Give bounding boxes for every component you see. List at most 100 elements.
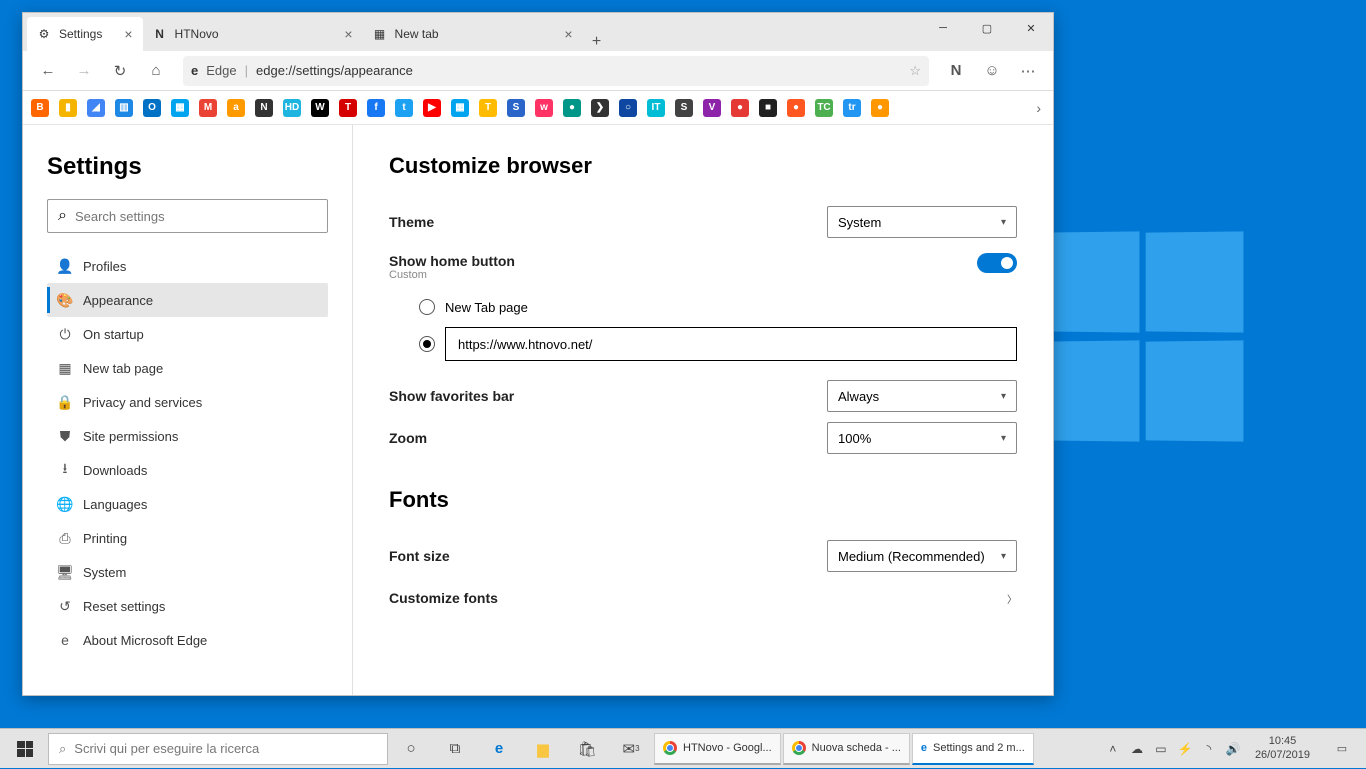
bookmark-item[interactable]: HD bbox=[283, 99, 301, 117]
bookmarks-overflow[interactable]: › bbox=[1032, 100, 1045, 116]
start-button[interactable] bbox=[4, 729, 46, 769]
theme-select[interactable]: System ▾ bbox=[827, 206, 1017, 238]
action-center-icon[interactable]: ▭ bbox=[1324, 729, 1360, 769]
bookmark-item[interactable]: T bbox=[479, 99, 497, 117]
tab-htnovo[interactable]: N HTNovo × bbox=[143, 17, 363, 51]
cortana-icon[interactable]: ○ bbox=[390, 729, 432, 769]
bookmark-item[interactable]: V bbox=[703, 99, 721, 117]
back-button[interactable]: ← bbox=[31, 54, 65, 88]
favorites-select[interactable]: Always ▾ bbox=[827, 380, 1017, 412]
home-url-input[interactable] bbox=[445, 327, 1017, 361]
maximize-button[interactable]: ▢ bbox=[965, 13, 1009, 43]
window-controls: ─ ▢ ✕ bbox=[921, 13, 1053, 51]
bookmark-item[interactable]: ○ bbox=[619, 99, 637, 117]
radio-unchecked-icon[interactable] bbox=[419, 299, 435, 315]
store-icon[interactable]: 🛍 bbox=[566, 729, 608, 769]
bookmark-item[interactable]: f bbox=[367, 99, 385, 117]
bookmark-item[interactable]: ▶ bbox=[423, 99, 441, 117]
bookmark-item[interactable]: ■ bbox=[759, 99, 777, 117]
battery-icon[interactable]: ▭ bbox=[1153, 741, 1169, 757]
radio-newtab-row[interactable]: New Tab page bbox=[389, 293, 1017, 321]
sidebar-item-system[interactable]: 🖥System bbox=[47, 555, 328, 589]
mail-icon[interactable]: ✉3 bbox=[610, 729, 652, 769]
chevron-down-icon: ▾ bbox=[1001, 391, 1006, 402]
sidebar-item-appearance[interactable]: 🎨Appearance bbox=[47, 283, 328, 317]
bookmark-item[interactable]: tr bbox=[843, 99, 861, 117]
sidebar-item-downloads[interactable]: ⭳Downloads bbox=[47, 453, 328, 487]
bookmark-item[interactable]: ● bbox=[871, 99, 889, 117]
edge-icon: e bbox=[57, 632, 73, 648]
favorite-icon[interactable]: ☆ bbox=[909, 63, 921, 79]
taskbar-app[interactable]: Nuova scheda - ... bbox=[783, 733, 910, 765]
tab-newtab[interactable]: ▦ New tab × bbox=[363, 17, 583, 51]
sidebar-item-privacy-and-services[interactable]: 🔒Privacy and services bbox=[47, 385, 328, 419]
wifi-icon[interactable]: ◝ bbox=[1201, 741, 1217, 757]
bookmark-item[interactable]: ❯ bbox=[591, 99, 609, 117]
bookmark-item[interactable]: ▦ bbox=[171, 99, 189, 117]
bookmark-item[interactable]: ▥ bbox=[115, 99, 133, 117]
sidebar-item-new-tab-page[interactable]: ▦New tab page bbox=[47, 351, 328, 385]
address-bar[interactable]: e Edge | edge://settings/appearance ☆ bbox=[183, 56, 929, 86]
face-icon[interactable]: ☺ bbox=[975, 54, 1009, 88]
bookmark-item[interactable]: ▮ bbox=[59, 99, 77, 117]
bookmark-item[interactable]: W bbox=[311, 99, 329, 117]
volume-icon[interactable]: 🔊 bbox=[1225, 741, 1241, 757]
sidebar-item-printing[interactable]: ⎙Printing bbox=[47, 521, 328, 555]
chevron-up-icon[interactable]: ˄ bbox=[1105, 741, 1121, 757]
taskview-icon[interactable]: ⧉ bbox=[434, 729, 476, 769]
search-settings[interactable]: ⌕ bbox=[47, 199, 328, 233]
bookmark-item[interactable]: ▦ bbox=[451, 99, 469, 117]
close-icon[interactable]: × bbox=[564, 26, 572, 42]
bookmark-item[interactable]: ● bbox=[787, 99, 805, 117]
tab-settings[interactable]: ⚙ Settings × bbox=[27, 17, 143, 51]
sidebar-item-languages[interactable]: 🌐Languages bbox=[47, 487, 328, 521]
explorer-icon[interactable]: ▆ bbox=[522, 729, 564, 769]
home-toggle[interactable] bbox=[977, 253, 1017, 273]
taskbar-clock[interactable]: 10:45 26/07/2019 bbox=[1249, 735, 1316, 761]
bookmark-item[interactable]: T bbox=[339, 99, 357, 117]
search-input[interactable] bbox=[75, 209, 317, 224]
bookmark-item[interactable]: IT bbox=[647, 99, 665, 117]
close-icon[interactable]: × bbox=[124, 26, 132, 42]
taskbar-app[interactable]: eSettings and 2 m... bbox=[912, 733, 1034, 765]
bookmark-item[interactable]: a bbox=[227, 99, 245, 117]
taskbar-search[interactable]: ⌕ Scrivi qui per eseguire la ricerca bbox=[48, 733, 388, 765]
new-tab-button[interactable]: + bbox=[583, 33, 611, 51]
sidebar-item-reset-settings[interactable]: ↺Reset settings bbox=[47, 589, 328, 623]
taskbar-app[interactable]: HTNovo - Googl... bbox=[654, 733, 781, 765]
bookmark-item[interactable]: S bbox=[507, 99, 525, 117]
bookmark-item[interactable]: ● bbox=[563, 99, 581, 117]
customize-fonts-row[interactable]: Customize fonts 〉 bbox=[389, 577, 1017, 619]
sidebar-item-on-startup[interactable]: ⏻On startup bbox=[47, 317, 328, 351]
bookmark-item[interactable]: S bbox=[675, 99, 693, 117]
network-icon[interactable]: ⚡ bbox=[1177, 741, 1193, 757]
close-button[interactable]: ✕ bbox=[1009, 13, 1053, 43]
fontsize-select[interactable]: Medium (Recommended) ▾ bbox=[827, 540, 1017, 572]
bookmark-item[interactable]: M bbox=[199, 99, 217, 117]
forward-button[interactable]: → bbox=[67, 54, 101, 88]
settings-main: Customize browser Theme System ▾ Show ho… bbox=[353, 125, 1053, 695]
refresh-button[interactable]: ↻ bbox=[103, 54, 137, 88]
sidebar-item-profiles[interactable]: 👤Profiles bbox=[47, 249, 328, 283]
radio-checked-icon[interactable] bbox=[419, 336, 435, 352]
bookmark-item[interactable]: B bbox=[31, 99, 49, 117]
extension-icon[interactable]: N bbox=[939, 54, 973, 88]
onedrive-icon[interactable]: ☁ bbox=[1129, 741, 1145, 757]
bookmark-item[interactable]: ● bbox=[731, 99, 749, 117]
nav-label: About Microsoft Edge bbox=[83, 633, 207, 648]
search-placeholder: Scrivi qui per eseguire la ricerca bbox=[74, 741, 259, 756]
sidebar-item-about-microsoft-edge[interactable]: e About Microsoft Edge bbox=[47, 623, 328, 657]
sidebar-item-site-permissions[interactable]: ⛊Site permissions bbox=[47, 419, 328, 453]
menu-button[interactable]: ⋯ bbox=[1011, 54, 1045, 88]
home-button[interactable]: ⌂ bbox=[139, 54, 173, 88]
bookmark-item[interactable]: t bbox=[395, 99, 413, 117]
bookmark-item[interactable]: TC bbox=[815, 99, 833, 117]
edge-legacy-icon[interactable]: e bbox=[478, 729, 520, 769]
close-icon[interactable]: × bbox=[344, 26, 352, 42]
minimize-button[interactable]: ─ bbox=[921, 13, 965, 43]
bookmark-item[interactable]: N bbox=[255, 99, 273, 117]
bookmark-item[interactable]: O bbox=[143, 99, 161, 117]
bookmark-item[interactable]: ◢ bbox=[87, 99, 105, 117]
zoom-select[interactable]: 100% ▾ bbox=[827, 422, 1017, 454]
bookmark-item[interactable]: w bbox=[535, 99, 553, 117]
